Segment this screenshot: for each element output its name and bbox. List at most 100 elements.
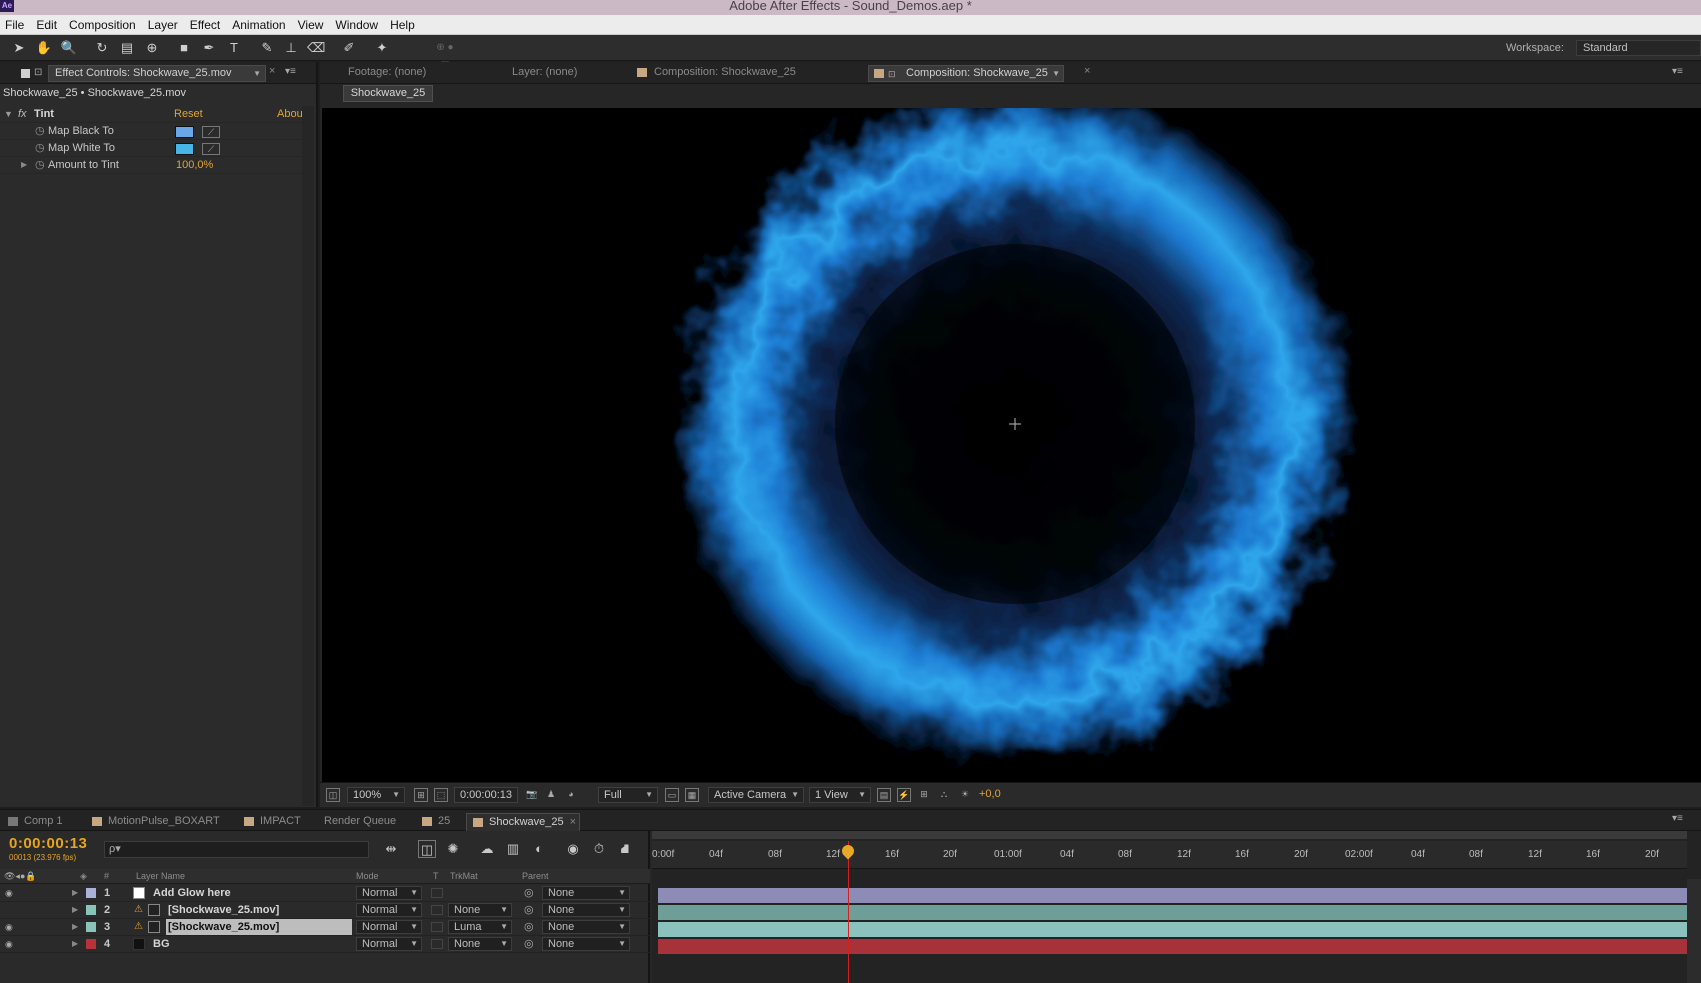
preserve-transparency-checkbox[interactable] — [431, 905, 443, 915]
shy-layers-icon[interactable]: ☁ — [478, 840, 496, 858]
parent-dropdown[interactable]: None ▼ — [542, 937, 630, 951]
column-layer-name[interactable]: Layer Name — [136, 869, 185, 884]
rotate-tool-icon[interactable]: ↻ — [93, 39, 111, 57]
draft-3d-icon[interactable]: ✺ — [444, 840, 462, 858]
flowchart-icon[interactable]: ⛬ — [937, 788, 951, 802]
mode-dropdown[interactable]: Normal ▼ — [356, 886, 422, 900]
label-color[interactable] — [86, 922, 96, 932]
menu-effect[interactable]: Effect — [184, 15, 226, 35]
twirl-right-icon[interactable]: ▶ — [72, 885, 78, 901]
amount-value[interactable]: 100,0% — [176, 157, 213, 173]
twirl-right-icon[interactable]: ▶ — [72, 936, 78, 952]
tab-footage[interactable]: Footage: (none) — [326, 65, 476, 82]
roto-brush-tool-icon[interactable]: ✐ — [340, 39, 358, 57]
camera-dropdown[interactable]: Active Camera ▼ — [708, 787, 804, 803]
twirl-right-icon[interactable]: ▶ — [21, 157, 27, 173]
pan-behind-tool-icon[interactable]: ⊕ — [143, 39, 161, 57]
tab-layer[interactable]: Layer: (none) — [490, 65, 620, 82]
render-icon[interactable]: ⛘ — [616, 840, 634, 858]
current-time-display[interactable]: 0:00:00:13 — [454, 787, 518, 803]
always-preview-icon[interactable]: ◫ — [326, 788, 340, 802]
visibility-eye-icon[interactable]: ◉ — [5, 919, 13, 935]
comp-mini-flowchart-icon[interactable]: ⇹ — [382, 840, 400, 858]
chevron-down-icon[interactable]: ▼ — [1052, 66, 1060, 81]
composition-viewer[interactable] — [322, 108, 1701, 782]
zoom-tool-icon[interactable]: 🔍 — [60, 39, 78, 57]
timeline-icon[interactable]: ⊞ — [917, 788, 931, 802]
tab-render-queue[interactable]: Render Queue — [318, 813, 408, 831]
mode-dropdown[interactable]: Normal ▼ — [356, 937, 422, 951]
layer-bar-2[interactable] — [658, 905, 1687, 920]
lock-icon[interactable]: ⊡ — [34, 67, 42, 78]
frame-blending-icon[interactable]: ▥ — [504, 840, 522, 858]
eyedropper-icon[interactable]: ⟋ — [202, 143, 220, 155]
safe-zones-icon[interactable]: ⊞ — [414, 788, 428, 802]
layer-bar-4[interactable] — [658, 939, 1687, 954]
pickwhip-icon[interactable]: ◎ — [524, 919, 534, 935]
tab-shockwave-25[interactable]: Shockwave_25 × — [466, 813, 580, 831]
scrollbar[interactable] — [302, 106, 314, 806]
tab-comp-1[interactable]: Comp 1 — [2, 813, 74, 831]
toggle-pixel-aspect-icon[interactable]: ▤ — [877, 788, 891, 802]
workspace-dropdown[interactable]: Standard — [1576, 40, 1701, 56]
stopwatch-icon[interactable]: ◷ — [35, 123, 45, 139]
zoom-dropdown[interactable]: 100% ▼ — [347, 787, 405, 803]
label-color[interactable] — [86, 905, 96, 915]
fx-icon[interactable]: fx — [18, 106, 27, 122]
panel-menu-icon[interactable]: ▾≡ — [1672, 66, 1683, 77]
channels-icon[interactable]: ◕ — [564, 788, 578, 802]
snapshot-icon[interactable]: 📷 — [525, 788, 539, 802]
stopwatch-icon[interactable]: ◷ — [35, 157, 45, 173]
trkmat-dropdown[interactable]: Luma ▼ — [448, 920, 512, 934]
twirl-right-icon[interactable]: ▶ — [72, 902, 78, 918]
color-swatch-black[interactable] — [175, 126, 194, 138]
close-tab-icon[interactable]: × — [1084, 65, 1090, 77]
twirl-down-icon[interactable]: ▼ — [4, 106, 13, 122]
layer-name[interactable]: [Shockwave_25.mov] — [166, 919, 352, 935]
live-update-icon[interactable]: ◫ — [418, 840, 436, 858]
layer-row-1[interactable]: ◉ ▶ 1 Add Glow here Normal ▼ ◎ None ▼ — [0, 885, 650, 902]
menu-edit[interactable]: Edit — [30, 15, 63, 35]
eraser-tool-icon[interactable]: ⌫ — [307, 39, 325, 57]
preserve-transparency-checkbox[interactable] — [431, 939, 443, 949]
layer-row-3[interactable]: ◉ ▶ 3 ⚠ [Shockwave_25.mov] Normal ▼ Luma ▼… — [0, 919, 650, 936]
tab-impact[interactable]: IMPACT — [238, 813, 308, 831]
view-layout-dropdown[interactable]: 1 View ▼ — [809, 787, 871, 803]
layer-bar-1[interactable] — [658, 888, 1687, 903]
comp-breadcrumb[interactable]: Shockwave_25 — [343, 85, 433, 102]
motion-blur-icon[interactable]: ◐ — [530, 840, 548, 858]
tab-motionpulse[interactable]: MotionPulse_BOXART — [86, 813, 226, 831]
visibility-eye-icon[interactable]: ◉ — [5, 936, 13, 952]
menu-composition[interactable]: Composition — [63, 15, 142, 35]
panel-menu-icon[interactable]: ▾≡ — [285, 66, 296, 77]
layer-row-4[interactable]: ◉ ▶ 4 BG Normal ▼ None ▼ ◎ None ▼ — [0, 936, 650, 953]
pickwhip-icon[interactable]: ◎ — [524, 885, 534, 901]
reset-link[interactable]: Reset — [174, 106, 203, 122]
puppet-pin-tool-icon[interactable]: ✦ — [373, 39, 391, 57]
menu-layer[interactable]: Layer — [142, 15, 184, 35]
layer-name[interactable]: BG — [153, 936, 170, 952]
parent-dropdown[interactable]: None ▼ — [542, 903, 630, 917]
stopwatch-icon[interactable]: ◷ — [35, 140, 45, 156]
effect-header-row[interactable]: ▼ fx Tint Reset Abou — [0, 106, 303, 123]
axis-mode-icon[interactable]: ⊕ ● ◫ — [436, 39, 454, 71]
close-tab-icon[interactable]: × — [269, 65, 275, 77]
menu-help[interactable]: Help — [384, 15, 421, 35]
panel-menu-icon[interactable]: ▾≡ — [1672, 813, 1683, 824]
chevron-down-icon[interactable]: ▼ — [253, 66, 261, 81]
resolution-dropdown[interactable]: Full ▼ — [598, 787, 658, 803]
reset-exposure-icon[interactable]: ☀ — [958, 788, 972, 802]
fast-previews-icon[interactable]: ⚡ — [897, 788, 911, 802]
brush-tool-icon[interactable]: ✎ — [258, 39, 276, 57]
mode-dropdown[interactable]: Normal ▼ — [356, 903, 422, 917]
layer-search-input[interactable]: ρ▾ — [104, 841, 369, 858]
parent-dropdown[interactable]: None ▼ — [542, 920, 630, 934]
hand-tool-icon[interactable]: ✋ — [35, 39, 53, 57]
layer-row-2[interactable]: ▶ 2 ⚠ [Shockwave_25.mov] Normal ▼ None ▼ ◎… — [0, 902, 650, 919]
label-color[interactable] — [86, 939, 96, 949]
menu-window[interactable]: Window — [329, 15, 384, 35]
layer-bar-3[interactable] — [658, 922, 1687, 937]
pickwhip-icon[interactable]: ◎ — [524, 936, 534, 952]
parent-dropdown[interactable]: None ▼ — [542, 886, 630, 900]
time-ruler[interactable]: 0:00f 04f 08f 12f 16f 20f 01:00f 04f 08f… — [652, 841, 1687, 869]
